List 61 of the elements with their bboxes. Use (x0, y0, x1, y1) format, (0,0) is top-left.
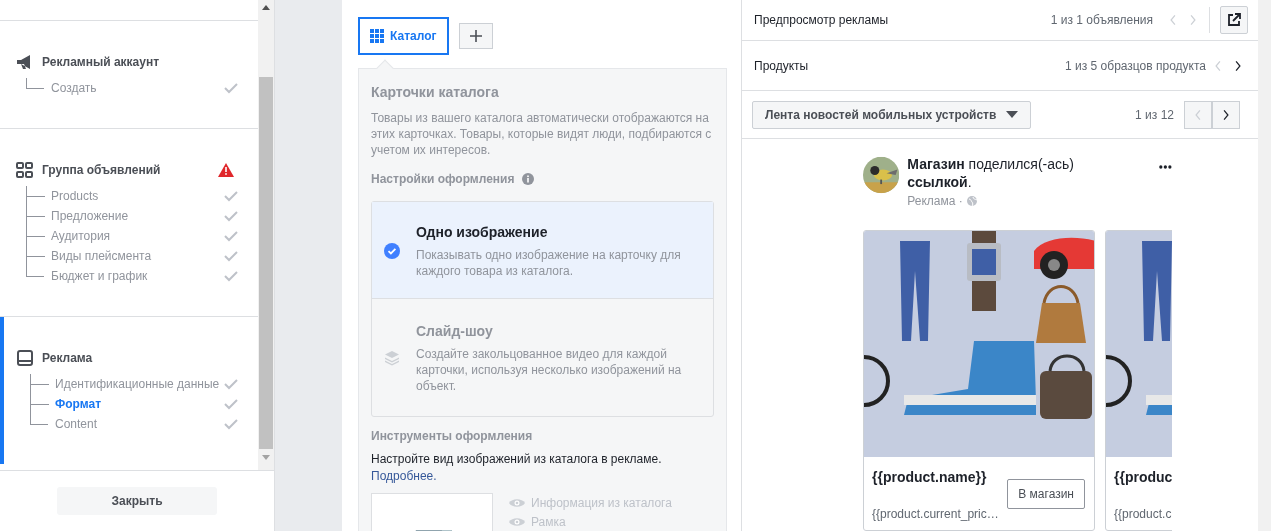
sidebar-item[interactable]: Предложение (51, 207, 224, 225)
post-text: Магазин поделился(-ась) ссылкой. (907, 155, 1075, 191)
product-price: {{product.c (1114, 506, 1172, 523)
learn-more-link[interactable]: Подробнее. (371, 469, 437, 483)
next-button[interactable] (1212, 100, 1240, 129)
sidebar-item[interactable]: Products (51, 187, 224, 205)
plus-icon (469, 30, 482, 42)
product-price: {{product.current_pric… (872, 506, 999, 523)
option-title: Слайд-шоу (416, 322, 494, 341)
product-card[interactable]: {{produc {{product.c (1105, 230, 1172, 531)
option-description: Показывать одно изображение на карточку для каждого товара из каталога. (416, 246, 682, 279)
scrollbar-thumb[interactable] (259, 77, 273, 449)
tablet-icon (16, 349, 34, 367)
globe-icon (966, 196, 977, 206)
eye-icon (509, 498, 525, 508)
card-title: Карточки каталога (371, 83, 500, 102)
scroll-up-icon (262, 5, 270, 10)
settings-label: Настройки оформления (371, 171, 515, 188)
scrollbar[interactable] (258, 0, 274, 470)
products-counter: 1 из 5 образцов продукта (1065, 57, 1206, 75)
grid-icon (370, 29, 384, 43)
check-circle-icon (384, 242, 400, 259)
card-description: Товары из вашего каталога автоматически отображаются на этих карточках. Товары, которые видят люди, подбираются с учетом их интересов. (371, 110, 713, 158)
sidebar-item[interactable]: Создать (51, 79, 224, 97)
add-button[interactable] (458, 23, 493, 49)
sidebar-item[interactable]: Бюджет и график (51, 267, 224, 285)
sidebar-item[interactable]: Content (55, 415, 224, 433)
grid-icon (16, 162, 34, 178)
scroll-down-icon (262, 455, 270, 460)
more-icon[interactable] (1159, 165, 1172, 169)
tools-title: Инструменты оформления (371, 428, 534, 445)
preview-title: Предпросмотр рекламы (754, 12, 889, 29)
format-option[interactable]: Одно изображение Показывать одно изображение на карточку для каждого товара из каталога. (372, 202, 713, 298)
caret-icon (1006, 111, 1019, 118)
product-card[interactable]: {{product.name}} {{product.current_pric… В магазин (863, 230, 1095, 531)
close-button[interactable]: Закрыть (57, 487, 217, 515)
option-title: Одно изображение (416, 222, 549, 242)
ad-counter: 1 из 1 объявления (1050, 12, 1153, 29)
open-external-button[interactable] (1220, 6, 1248, 34)
eye-icon (509, 517, 525, 527)
products-label: Продукты (754, 57, 810, 75)
shop-button[interactable]: В магазин (1007, 479, 1085, 509)
section-title: Группа объявлений (42, 162, 162, 179)
layers-icon (384, 350, 400, 367)
sidebar-item[interactable]: Виды плейсмента (51, 247, 224, 265)
sidebar-item[interactable]: Аудитория (51, 227, 224, 245)
tools-text: Настройте вид изображений из каталога в рекламе. (371, 452, 662, 466)
catalog-tab[interactable]: Каталог (358, 17, 449, 55)
placement-dropdown[interactable]: Лента новостей мобильных устройств (752, 100, 1032, 129)
section-title: Реклама (42, 350, 94, 367)
external-link-icon (1227, 13, 1241, 27)
placement-counter: 1 из 12 (1135, 106, 1174, 124)
sponsored-label: Реклама · (907, 193, 963, 210)
sidebar-item[interactable]: Формат (55, 395, 224, 413)
sidebar-item[interactable]: Идентификационные данные (55, 375, 224, 393)
product-name: {{product.name}} (872, 468, 988, 487)
section-title: Рекламный аккаунт (42, 54, 161, 71)
option-description: Создайте закольцованное видео для каждой карточки, используя несколько изображений на объект. (416, 346, 683, 394)
info-icon (522, 173, 535, 185)
product-name: {{produc (1114, 468, 1172, 487)
format-option[interactable]: Слайд-шоу Создайте закольцованное видео для каждой карточки, используя несколько изображений на объект. (372, 298, 713, 416)
